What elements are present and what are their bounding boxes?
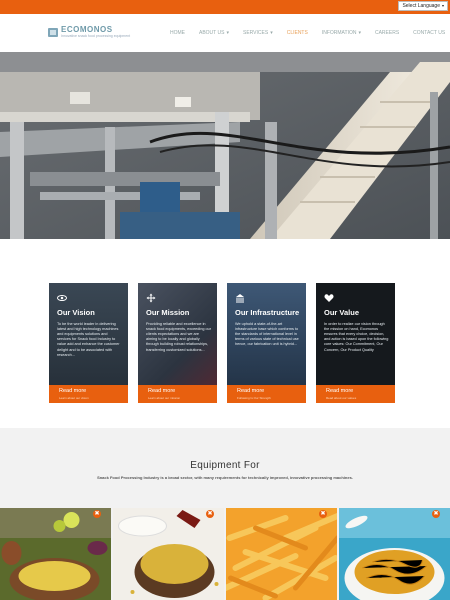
eye-icon (57, 295, 67, 301)
card-body: To be the world leader in delivering lat… (57, 321, 120, 357)
tile-namkeen[interactable]: ✖ (339, 508, 450, 600)
vision-card[interactable]: Our Vision To be the world leader in del… (49, 283, 128, 403)
card-title: Our Mission (146, 308, 190, 317)
card-title: Our Infrastructure (235, 308, 300, 317)
heart-icon (324, 294, 334, 302)
nav-item-about-us[interactable]: ABOUT US ▾ (199, 30, 229, 36)
nav-item-information[interactable]: INFORMATION ▾ (322, 30, 361, 36)
card-footer-subtext: Learn about our mission (148, 396, 181, 400)
close-icon[interactable]: ✖ (319, 510, 327, 518)
card-footer[interactable]: Read more Read about our values (316, 385, 395, 403)
hero-image (0, 52, 450, 239)
card-body: In order to realize our vision through t… (324, 321, 389, 352)
machinery-illustration (0, 52, 450, 239)
language-selector[interactable]: Select Language ▾ (398, 1, 448, 11)
equipment-section: Equipment For Snack Food Processing Indu… (0, 428, 450, 600)
nav-item-careers[interactable]: CAREERS (375, 30, 399, 36)
card-footer-subtext: Learn about our vision (59, 396, 89, 400)
building-icon (236, 294, 244, 303)
chevron-down-icon: ▾ (226, 30, 229, 36)
read-more-link[interactable]: Read more (326, 388, 353, 394)
main-nav: HOME ABOUT US ▾ SERVICES ▾ CLIENTS INFORMA… (170, 30, 445, 36)
card-footer[interactable]: Read more Learn about our mission (138, 385, 217, 403)
card-footer[interactable]: Read more Following Is Our Strength (227, 385, 306, 403)
nav-item-services[interactable]: SERVICES ▾ (243, 30, 273, 36)
arrows-icon (146, 293, 156, 303)
equipment-description: Snack Food Processing Industry is a broa… (97, 475, 353, 480)
equipment-tiles: ✖ ✖ ✖ ✖ (0, 508, 450, 600)
chevron-down-icon: ▾ (358, 30, 361, 36)
card-footer-subtext: Following Is Our Strength (237, 396, 271, 400)
site-header: ECOMONOS Innovative snack food processin… (0, 14, 450, 52)
chickpeas-image (113, 508, 224, 600)
nav-item-contact-us[interactable]: CONTACT US (413, 30, 445, 36)
language-label: Select Language (402, 3, 440, 9)
value-card[interactable]: Our Value In order to realize our vision… (316, 283, 395, 403)
read-more-link[interactable]: Read more (59, 388, 86, 394)
about-cards: Our Vision To be the world leader in del… (49, 283, 395, 403)
dal-image (0, 508, 111, 600)
chevron-down-icon: ▾ (441, 3, 444, 8)
logo-text: ECOMONOS (61, 25, 113, 34)
tile-dal[interactable]: ✖ (0, 508, 111, 600)
card-title: Our Vision (57, 308, 95, 317)
card-title: Our Value (324, 308, 360, 317)
logo-tagline: Innovative snack food processing equipme… (61, 34, 131, 38)
nav-item-home[interactable]: HOME (170, 30, 185, 36)
card-footer-subtext: Read about our values (326, 396, 357, 400)
read-more-link[interactable]: Read more (237, 388, 264, 394)
nav-item-clients[interactable]: CLIENTS (287, 30, 308, 36)
fries-image (226, 508, 337, 600)
close-icon[interactable]: ✖ (432, 510, 440, 518)
top-bar: Select Language ▾ (0, 0, 450, 14)
card-footer[interactable]: Read more Learn about our vision (49, 385, 128, 403)
mission-card[interactable]: Our Mission Providing reliable and excel… (138, 283, 217, 403)
equipment-heading: Equipment For (190, 460, 260, 471)
infrastructure-card[interactable]: Our Infrastructure We uphold a state-of-… (227, 283, 306, 403)
chevron-down-icon: ▾ (270, 30, 273, 36)
card-body: We uphold a state-of-the-art infrastruct… (235, 321, 299, 347)
namkeen-image (339, 508, 450, 600)
tile-fries[interactable]: ✖ (226, 508, 337, 600)
card-body: Providing reliable and excellence in sna… (146, 321, 212, 352)
close-icon[interactable]: ✖ (93, 510, 101, 518)
close-icon[interactable]: ✖ (206, 510, 214, 518)
read-more-link[interactable]: Read more (148, 388, 175, 394)
logo[interactable]: ECOMONOS Innovative snack food processin… (48, 26, 130, 38)
tile-chickpeas[interactable]: ✖ (113, 508, 224, 600)
logo-icon (48, 27, 58, 37)
